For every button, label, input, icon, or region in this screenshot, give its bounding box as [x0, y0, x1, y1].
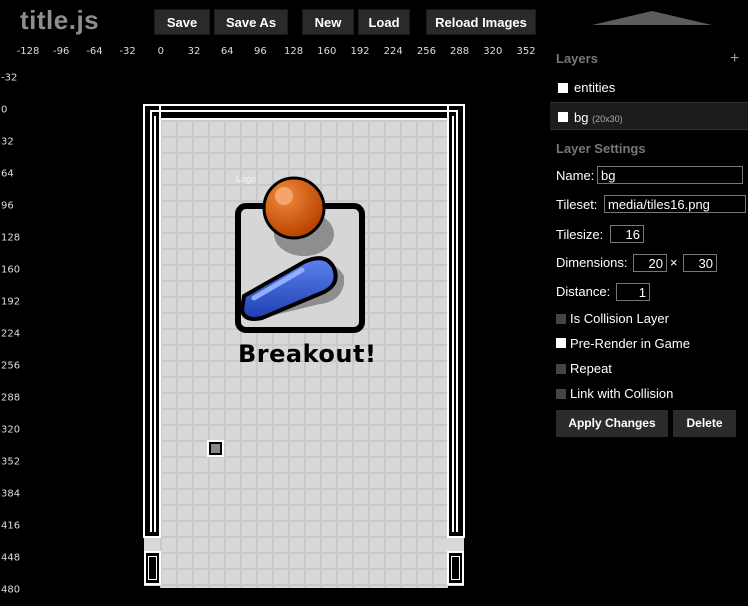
tilesize-input[interactable]: [610, 225, 644, 243]
name-label: Name:: [556, 168, 595, 183]
ruler-x-tick: 64: [220, 46, 234, 57]
new-button[interactable]: New: [302, 9, 354, 35]
ruler-y-tick: 480: [1, 584, 21, 596]
layer-name: entities: [574, 80, 616, 95]
ruler-x-tick: 0: [157, 46, 164, 57]
is-collision-checkbox[interactable]: [556, 314, 566, 324]
tilesize-label: Tilesize:: [556, 227, 604, 242]
ruler-y-tick: 96: [1, 200, 14, 212]
ruler-y-tick: 128: [1, 232, 21, 244]
is-collision-label: Is Collision Layer: [570, 311, 669, 326]
horizontal-ruler: -128 -96 -64 -32 0 32 64 96 128 160 192 224 256 288 32…: [0, 42, 569, 64]
layer-name-input[interactable]: [597, 166, 743, 184]
ruler-x-tick: 96: [254, 46, 267, 57]
top-wall-inner: [150, 110, 458, 116]
apply-changes-button[interactable]: Apply Changes: [556, 410, 668, 437]
ruler-x-tick: 192: [350, 46, 370, 57]
ruler-y-tick: 160: [1, 264, 21, 276]
ruler-y-tick: 192: [1, 296, 21, 308]
pre-render-checkbox[interactable]: [556, 338, 566, 348]
left-wall-inner: [150, 116, 156, 532]
dimensions-label: Dimensions:: [556, 255, 628, 270]
zoom-triangle-icon[interactable]: [592, 11, 712, 25]
save-as-button[interactable]: Save As: [214, 9, 288, 35]
breakout-logo-text: Breakout!: [238, 340, 377, 368]
link-collision-label: Link with Collision: [570, 386, 674, 401]
ruler-x-tick: 32: [187, 46, 201, 57]
reload-images-button[interactable]: Reload Images: [426, 9, 536, 35]
dimensions-height-input[interactable]: [683, 254, 717, 272]
add-layer-icon[interactable]: +: [730, 50, 739, 68]
ruler-y-tick: 256: [1, 360, 21, 372]
distance-label: Distance:: [556, 284, 611, 299]
dimensions-times: ×: [670, 255, 678, 270]
bottom-right-post-inner: [451, 556, 460, 580]
ruler-x-tick: 320: [483, 46, 503, 57]
layer-item-entities[interactable]: entities: [550, 74, 748, 102]
ruler-x-tick: 160: [317, 46, 337, 57]
layer-settings-heading: Layer Settings: [556, 141, 646, 156]
link-collision-checkbox[interactable]: [556, 389, 566, 399]
ruler-x-tick: -64: [86, 46, 103, 57]
layer-dims: (20x30): [592, 114, 623, 124]
ruler-x-tick: 128: [284, 46, 304, 57]
ruler-x-tick: 288: [450, 46, 470, 57]
ruler-x-tick: 256: [416, 46, 436, 57]
right-wall-inner: [452, 116, 458, 532]
app-title: title.js: [20, 5, 100, 35]
layer-visibility-checkbox[interactable]: [558, 112, 568, 122]
ruler-y-tick: 0: [1, 104, 8, 116]
repeat-checkbox[interactable]: [556, 364, 566, 374]
bottom-left-post-inner: [148, 556, 157, 580]
tileset-input[interactable]: [604, 195, 746, 213]
breakout-logo-image[interactable]: [232, 172, 372, 338]
ruler-y-tick: 448: [1, 552, 21, 564]
layer-visibility-checkbox[interactable]: [558, 83, 568, 93]
ruler-x-tick: 352: [516, 46, 536, 57]
layers-heading: Layers: [556, 51, 598, 66]
dimensions-width-input[interactable]: [633, 254, 667, 272]
ruler-x-tick: -96: [53, 46, 70, 57]
delete-button[interactable]: Delete: [673, 410, 736, 437]
distance-input[interactable]: [616, 283, 650, 301]
save-button[interactable]: Save: [154, 9, 210, 35]
ruler-y-tick: 320: [1, 424, 21, 436]
layer-item-bg[interactable]: bg (20x30): [550, 102, 748, 130]
vertical-ruler: -32 0 32 64 96 128 160 192 224 256 288 320 352 384 416…: [0, 64, 30, 606]
layer-name-text: bg: [574, 110, 589, 125]
ruler-x-tick: 224: [383, 46, 403, 57]
ruler-y-tick: 352: [1, 456, 21, 468]
ruler-y-tick: 32: [1, 136, 14, 148]
tileset-label: Tileset:: [556, 197, 598, 212]
ruler-y-tick: 288: [1, 392, 21, 404]
ruler-y-tick: 224: [1, 328, 21, 340]
ruler-y-tick: 64: [1, 168, 14, 180]
pre-render-label: Pre-Render in Game: [570, 336, 690, 351]
tile-cursor[interactable]: [207, 440, 224, 457]
ruler-x-tick: -32: [119, 46, 136, 57]
top-toolbar: title.js Save Save As New Load Reload Im…: [0, 0, 748, 42]
repeat-label: Repeat: [570, 361, 612, 376]
layer-name: bg (20x30): [574, 110, 623, 125]
ruler-y-tick: -32: [1, 72, 18, 84]
tile-cursor-preview: [211, 444, 220, 453]
ruler-y-tick: 416: [1, 520, 21, 532]
ruler-y-tick: 384: [1, 488, 21, 500]
load-button[interactable]: Load: [358, 9, 410, 35]
ruler-x-tick: -128: [16, 46, 40, 57]
